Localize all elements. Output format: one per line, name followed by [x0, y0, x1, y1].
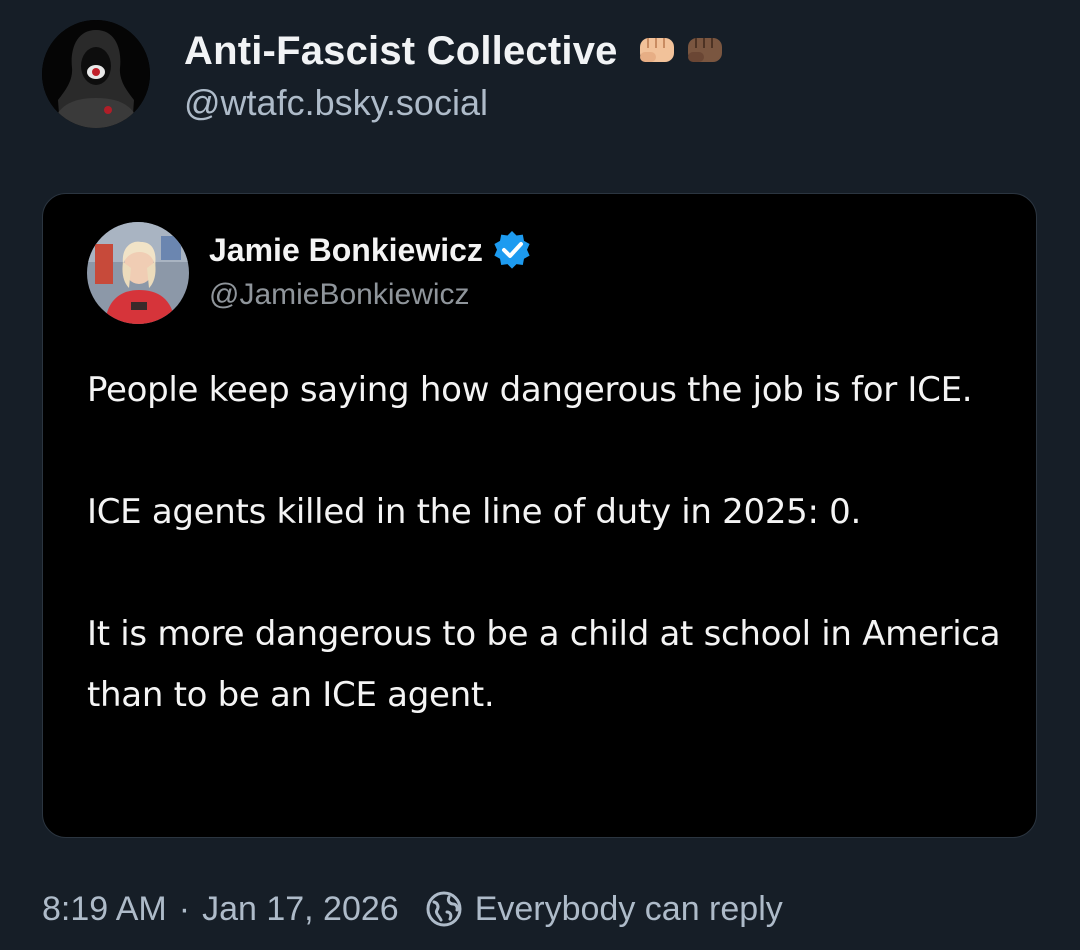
embedded-image-card[interactable]: Jamie Bonkiewicz @JamieBonkiewicz People…	[42, 193, 1037, 838]
woman-portrait-avatar-image	[87, 222, 189, 324]
raised-fists-icon	[636, 34, 726, 68]
hooded-figure-avatar-image	[42, 20, 150, 128]
author-avatar[interactable]	[42, 20, 150, 128]
embed-paragraph: It is more dangerous to be a child at sc…	[87, 614, 1001, 715]
reply-setting[interactable]: Everybody can reply	[475, 890, 783, 929]
post-header: Anti-Fascist Collective @wtafc.bsky.soci…	[42, 20, 726, 128]
raised-fist-dark-icon	[687, 38, 722, 62]
post-footer: 8:19 AM · Jan 17, 2026 Everybody can rep…	[42, 885, 783, 933]
raised-fist-light-icon	[639, 38, 674, 62]
globe-icon	[425, 890, 463, 928]
embed-paragraph: People keep saying how dangerous the job…	[87, 370, 973, 410]
post-time: 8:19 AM	[42, 889, 167, 928]
embed-author-avatar	[87, 222, 189, 324]
author-display-name[interactable]: Anti-Fascist Collective	[184, 29, 618, 74]
separator-dot: ·	[178, 889, 191, 928]
embed-author-name: Jamie Bonkiewicz	[209, 231, 483, 268]
author-name-row: Anti-Fascist Collective	[184, 24, 726, 78]
embed-body: People keep saying how dangerous the job…	[87, 360, 1007, 726]
embed-name-row: Jamie Bonkiewicz	[209, 226, 533, 274]
author-identity: Anti-Fascist Collective @wtafc.bsky.soci…	[184, 24, 726, 124]
verified-badge-icon	[491, 229, 533, 271]
post-date: Jan 17, 2026	[202, 889, 399, 928]
author-handle[interactable]: @wtafc.bsky.social	[184, 82, 726, 124]
embed-paragraph: ICE agents killed in the line of duty in…	[87, 492, 862, 532]
post: Anti-Fascist Collective @wtafc.bsky.soci…	[0, 0, 1080, 950]
embed-author: Jamie Bonkiewicz @JamieBonkiewicz	[209, 226, 533, 312]
embed-author-handle: @JamieBonkiewicz	[209, 278, 470, 311]
